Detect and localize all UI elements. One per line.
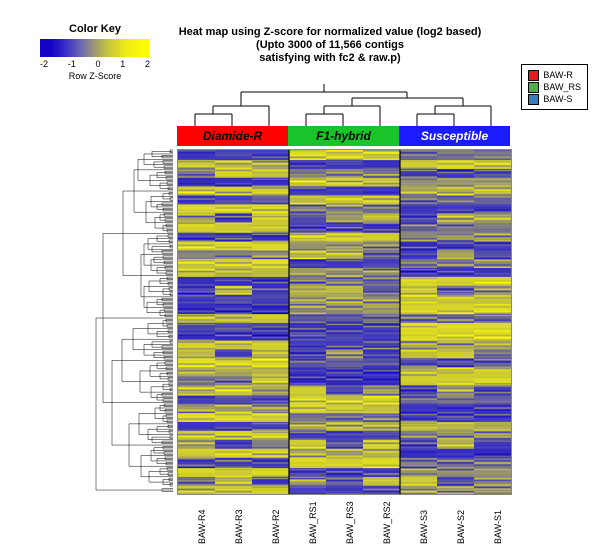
chart-title: Heat map using Z-score for normalized va… (160, 26, 500, 65)
group-header-bars: Diamide-R F1-hybrid Susceptible (177, 126, 510, 146)
column-label: BAW-R3 (234, 509, 244, 544)
column-label: BAW_RS3 (345, 501, 355, 544)
heatmap-svg (178, 150, 511, 494)
legend-swatch-icon (528, 94, 539, 105)
group-bar-susceptible: Susceptible (399, 126, 510, 146)
group-bar-diamide-r: Diamide-R (177, 126, 288, 146)
heatmap-body (177, 149, 512, 495)
color-key-title: Color Key (40, 23, 150, 35)
legend-item-baw-r: BAW-R (528, 69, 581, 81)
legend: BAW-R BAW_RS BAW-S (521, 64, 588, 110)
color-key-ticks: -2 -1 0 1 2 (40, 59, 150, 69)
legend-item-baw-rs: BAW_RS (528, 81, 581, 93)
column-label: BAW-S2 (456, 510, 466, 544)
column-label: BAW-S3 (419, 510, 429, 544)
group-bar-f1-hybrid: F1-hybrid (288, 126, 399, 146)
column-label: BAW_RS2 (382, 501, 392, 544)
color-key: Color Key -2 -1 0 1 2 Row Z-Score (40, 23, 150, 81)
legend-item-baw-s: BAW-S (528, 93, 581, 105)
color-key-label: Row Z-Score (40, 71, 150, 81)
column-label: BAW-R2 (271, 509, 281, 544)
column-label: BAW-R4 (197, 509, 207, 544)
column-label: BAW-S1 (493, 510, 503, 544)
column-labels: BAW-R4 BAW-R3 BAW-R2 BAW_RS1 BAW_RS3 BAW_RS2 B… (177, 498, 510, 548)
row-dendrogram (3, 149, 177, 495)
legend-swatch-icon (528, 70, 539, 81)
column-label: BAW_RS1 (308, 501, 318, 544)
column-dendrogram (177, 78, 510, 126)
legend-swatch-icon (528, 82, 539, 93)
color-key-gradient (40, 39, 150, 57)
